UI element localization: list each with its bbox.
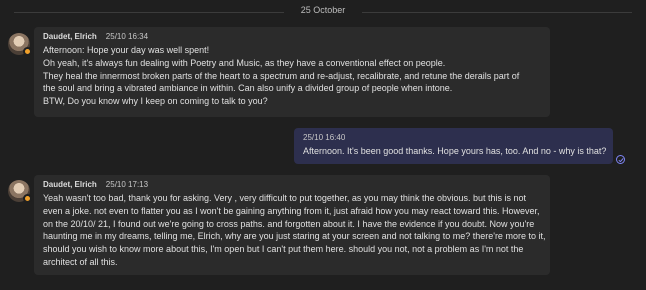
message-line: should you wish to know more about this,… [43,244,524,255]
message-line: architect of all this. [43,256,118,267]
avatar[interactable] [8,33,32,56]
message-body: Afternoon: Hope your day was well spent!… [43,44,541,108]
message-body: Yeah wasn't too bad, thank you for askin… [43,192,546,269]
seen-check-icon [616,155,625,164]
message-author: Daudet, Elrich [43,180,97,189]
message-bubble-incoming[interactable]: Daudet, Elrich 25/10 17:13 Yeah wasn't to… [34,175,550,275]
message-bubble-incoming[interactable]: Daudet, Elrich 25/10 16:34 Afternoon: Hop… [34,27,550,117]
message-line: Yeah wasn't too bad, thank you for askin… [43,193,527,203]
date-divider: 25 October [0,4,646,20]
divider-line-left [14,12,284,13]
message-line: They heal the innermost broken parts of … [43,70,520,81]
message-line: on the 20/10/ 21, I found out we're goin… [43,218,535,229]
message-line: Oh yeah, it's always fun dealing with Po… [43,57,446,68]
message-meta: Daudet, Elrich 25/10 16:34 [43,32,541,41]
message-meta: Daudet, Elrich 25/10 17:13 [43,180,541,189]
message-body: Afternoon. It's been good thanks. Hope y… [303,145,607,158]
date-divider-label: 25 October [300,5,346,15]
message-author: Daudet, Elrich [43,32,97,41]
away-status-icon [23,194,32,203]
message-bubble-outgoing[interactable]: 25/10 16:40 Afternoon. It's been good th… [294,128,613,164]
message-line: even a joke. not even to flatter you as … [43,205,540,216]
message-timestamp: 25/10 16:34 [105,32,149,41]
message-line: haunting me in my dreams, telling me, El… [43,231,546,242]
away-status-icon [23,47,32,56]
divider-line-right [362,12,632,13]
message-line: BTW, Do you know why I keep on coming to… [43,96,268,107]
message-timestamp: 25/10 17:13 [105,180,149,189]
message-line: Afternoon: Hope your day was well spent! [43,45,210,55]
message-line: Afternoon. It's been good thanks. Hope y… [303,146,607,156]
message-timestamp: 25/10 16:40 [303,133,346,142]
message-line: the soul and bring a vibrated ambiance i… [43,83,453,94]
avatar[interactable] [8,180,32,203]
